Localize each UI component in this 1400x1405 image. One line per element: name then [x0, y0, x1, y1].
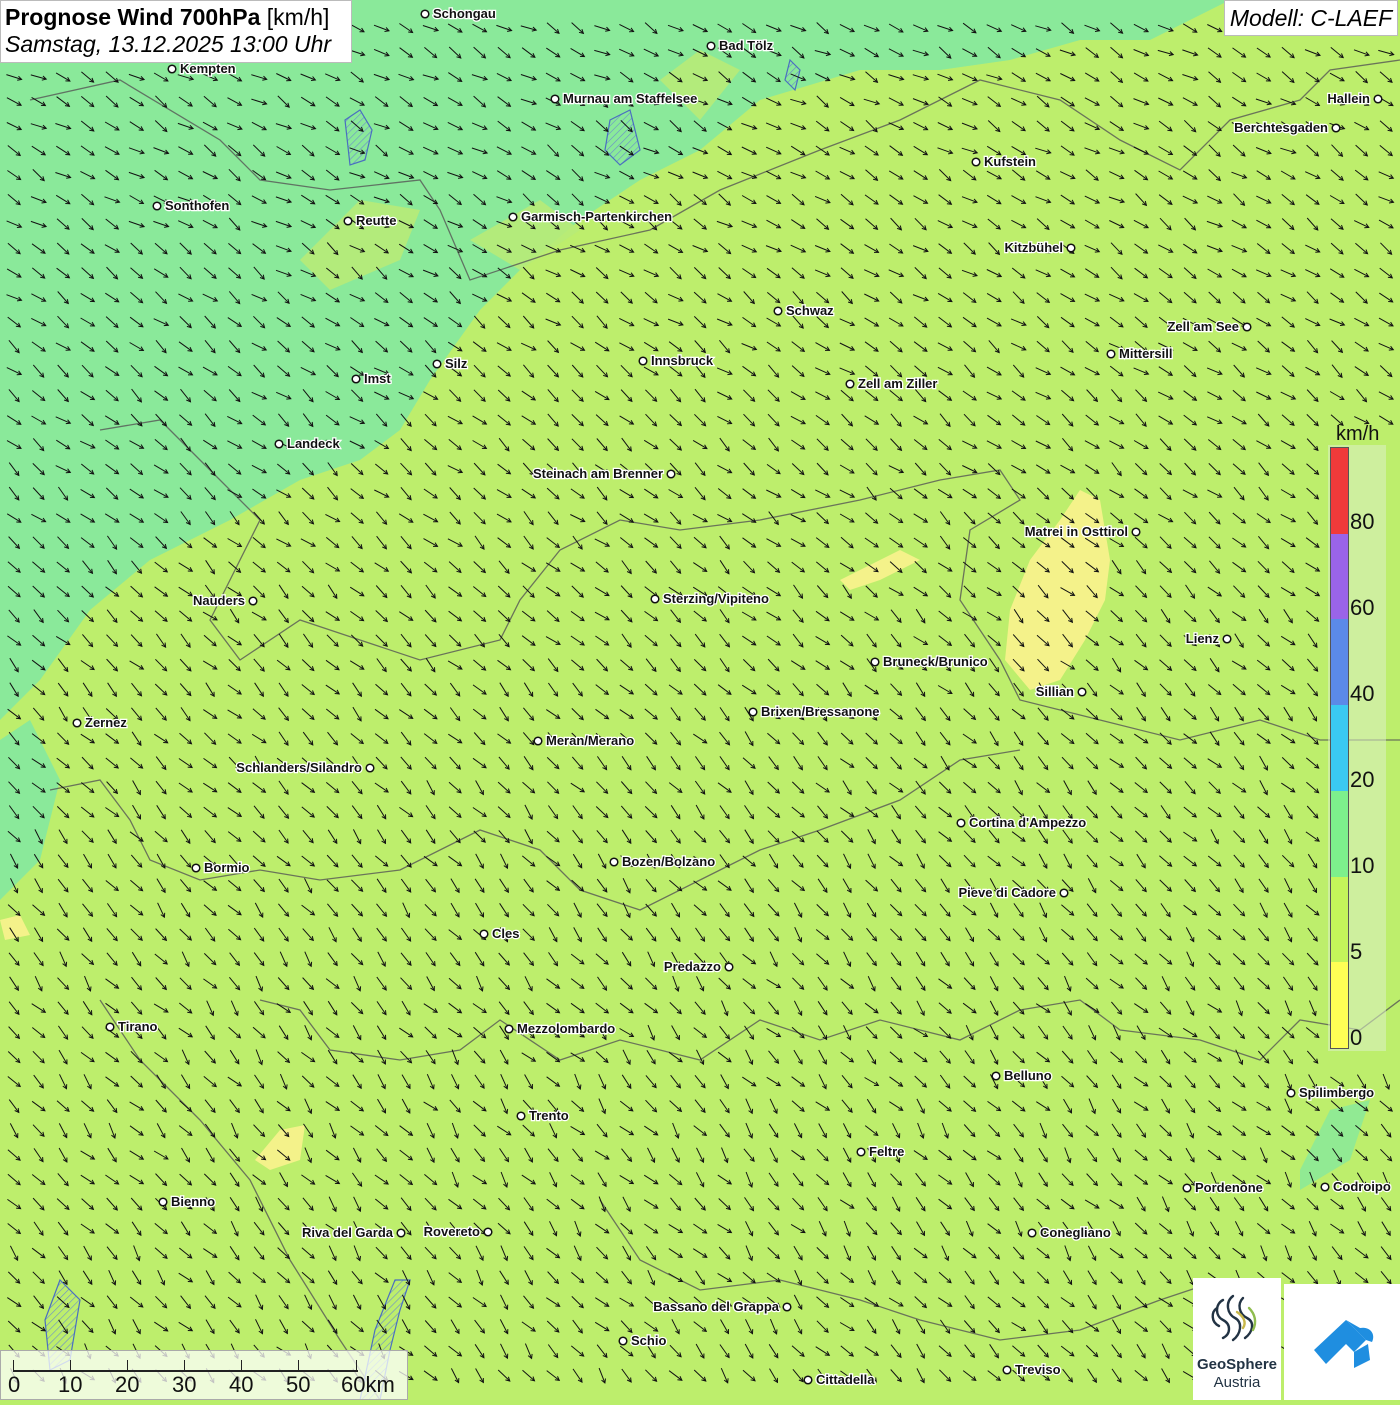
wind-map: SchongauBad TölzKemptenMurnau am Staffel…: [0, 0, 1400, 1400]
